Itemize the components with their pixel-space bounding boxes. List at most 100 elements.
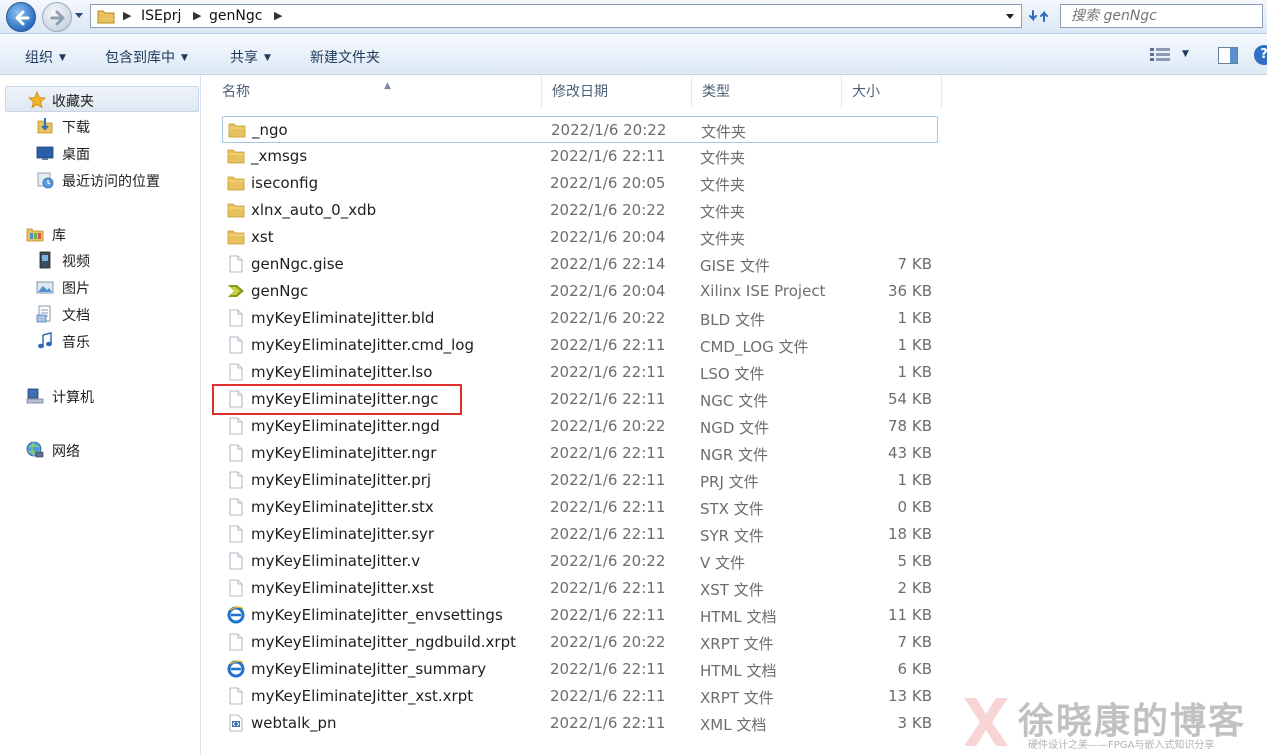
breadcrumb-iseprj[interactable]: ISEprj: [141, 8, 181, 24]
organize-menu[interactable]: 组织 ▼: [25, 47, 66, 67]
computer-icon: [26, 388, 44, 404]
view-dropdown-icon[interactable]: ▼: [1182, 49, 1189, 59]
file-date: 2022/1/6 20:22: [551, 121, 667, 139]
xilinx-project-icon: [228, 285, 244, 297]
sidebar-item-label: 计算机: [52, 390, 94, 406]
breadcrumb-separator[interactable]: ▶: [193, 9, 201, 22]
help-icon[interactable]: ?: [1254, 45, 1267, 65]
column-header-type[interactable]: 类型: [692, 76, 842, 108]
file-name: myKeyEliminateJitter.xst: [251, 579, 434, 597]
file-type: GISE 文件: [700, 257, 770, 275]
music-icon: [38, 332, 52, 349]
column-header-label: 类型: [702, 84, 730, 100]
file-size: 1 KB: [897, 363, 932, 381]
file-type: XML 文档: [700, 716, 767, 734]
file-row[interactable]: iseconfig 2022/1/6 20:05 文件夹: [222, 170, 938, 197]
sidebar-item-label: 库: [52, 228, 66, 244]
file-type: 文件夹: [700, 203, 746, 221]
file-row[interactable]: myKeyEliminateJitter.bld 2022/1/6 20:22 BL…: [222, 305, 938, 332]
file-type: BLD 文件: [700, 311, 765, 329]
file-name: myKeyEliminateJitter.stx: [251, 498, 434, 516]
new-folder-button[interactable]: 新建文件夹: [310, 47, 380, 67]
file-date: 2022/1/6 22:11: [550, 471, 666, 489]
address-field[interactable]: ▶ ISEprj ▶ genNgc ▶: [90, 4, 1022, 28]
file-row[interactable]: xst 2022/1/6 20:04 文件夹: [222, 224, 938, 251]
file-date: 2022/1/6 20:05: [550, 174, 666, 192]
file-name: myKeyEliminateJitter.bld: [251, 309, 435, 327]
file-date: 2022/1/6 22:11: [550, 579, 666, 597]
column-header-label: 大小: [852, 84, 880, 100]
navigation-pane: 收藏夹 下载 桌面 最近访问的位置 库 视频 图片 文档 音乐 计算机 网络: [0, 76, 201, 755]
folder-icon: [97, 10, 115, 24]
column-header-date[interactable]: 修改日期: [542, 76, 692, 108]
file-row[interactable]: xlnx_auto_0_xdb 2022/1/6 20:22 文件夹: [222, 197, 938, 224]
file-date: 2022/1/6 20:22: [550, 552, 666, 570]
file-row[interactable]: myKeyEliminateJitter.xst 2022/1/6 22:11 XS…: [222, 575, 938, 602]
file-row[interactable]: _xmsgs 2022/1/6 22:11 文件夹: [222, 143, 938, 170]
file-date: 2022/1/6 20:04: [550, 282, 666, 300]
file-row[interactable]: genNgc.gise 2022/1/6 22:14 GISE 文件 7 KB: [222, 251, 938, 278]
column-header-name[interactable]: 名称 ▲: [212, 76, 542, 108]
internet-explorer-icon: [227, 660, 245, 678]
file-row[interactable]: myKeyEliminateJitter.ngr 2022/1/6 22:11 NG…: [222, 440, 938, 467]
file-row[interactable]: webtalk_pn 2022/1/6 22:11 XML 文档 3 KB: [222, 710, 938, 737]
file-name: genNgc.gise: [251, 255, 344, 273]
libraries-icon: [26, 228, 44, 242]
file-icon: [229, 525, 243, 543]
file-name: myKeyEliminateJitter.syr: [251, 525, 435, 543]
breadcrumb-separator[interactable]: ▶: [123, 9, 131, 22]
preview-pane-icon[interactable]: [1218, 47, 1238, 64]
file-row[interactable]: _ngo 2022/1/6 20:22 文件夹: [222, 116, 938, 143]
view-options-icon[interactable]: [1150, 48, 1170, 62]
file-row[interactable]: myKeyEliminateJitter.cmd_log 2022/1/6 22:…: [222, 332, 938, 359]
refresh-button[interactable]: [1026, 4, 1052, 28]
file-icon: [229, 471, 243, 489]
search-input[interactable]: [1060, 4, 1263, 28]
breadcrumb-separator[interactable]: ▶: [274, 9, 282, 22]
file-row[interactable]: myKeyEliminateJitter.stx 2022/1/6 22:11 ST…: [222, 494, 938, 521]
file-row[interactable]: myKeyEliminateJitter.v 2022/1/6 20:22 V 文件…: [222, 548, 938, 575]
file-date: 2022/1/6 22:11: [550, 147, 666, 165]
videos-icon: [39, 251, 51, 269]
file-row[interactable]: myKeyEliminateJitter_ngdbuild.xrpt 2022/1…: [222, 629, 938, 656]
desktop-icon: [36, 146, 54, 160]
sidebar-item-label: 桌面: [62, 147, 90, 163]
file-name: myKeyEliminateJitter_xst.xrpt: [251, 687, 474, 705]
file-row[interactable]: myKeyEliminateJitter_xst.xrpt 2022/1/6 22…: [222, 683, 938, 710]
file-date: 2022/1/6 20:22: [550, 633, 666, 651]
file-row[interactable]: myKeyEliminateJitter.lso 2022/1/6 22:11 LS…: [222, 359, 938, 386]
forward-button[interactable]: [42, 2, 72, 32]
file-type: HTML 文档: [700, 608, 777, 626]
file-type: XST 文件: [700, 581, 764, 599]
file-row[interactable]: myKeyEliminateJitter.syr 2022/1/6 22:11 SY…: [222, 521, 938, 548]
history-dropdown-icon[interactable]: [74, 12, 84, 20]
file-size: 5 KB: [897, 552, 932, 570]
file-size: 3 KB: [897, 714, 932, 732]
file-name: myKeyEliminateJitter.prj: [251, 471, 432, 489]
sidebar-item-favorites[interactable]: 收藏夹: [5, 86, 199, 112]
highlight-annotation: [212, 384, 462, 415]
include-library-label: 包含到库中: [105, 50, 175, 66]
file-date: 2022/1/6 22:11: [550, 498, 666, 516]
share-menu[interactable]: 共享 ▼: [230, 47, 271, 67]
file-row[interactable]: myKeyEliminateJitter_summary 2022/1/6 22:…: [222, 656, 938, 683]
file-date: 2022/1/6 22:11: [550, 525, 666, 543]
file-row[interactable]: myKeyEliminateJitter.prj 2022/1/6 22:11 PR…: [222, 467, 938, 494]
column-header-size[interactable]: 大小: [842, 76, 942, 108]
breadcrumb-genngc[interactable]: genNgc: [209, 8, 262, 24]
sidebar-item-label: 下载: [62, 120, 90, 136]
folder-icon: [227, 149, 245, 164]
file-row[interactable]: genNgc 2022/1/6 20:04 Xilinx ISE Project 36…: [222, 278, 938, 305]
star-icon: [28, 91, 46, 109]
sidebar-item-label: 视频: [62, 254, 90, 270]
file-type: 文件夹: [701, 123, 747, 141]
back-button[interactable]: [6, 2, 36, 32]
address-dropdown-icon[interactable]: [1005, 13, 1015, 21]
file-name: myKeyEliminateJitter_summary: [251, 660, 487, 678]
file-row[interactable]: myKeyEliminateJitter.ngd 2022/1/6 20:22 NG…: [222, 413, 938, 440]
file-row[interactable]: myKeyEliminateJitter_envsettings 2022/1/6…: [222, 602, 938, 629]
file-type: NGD 文件: [700, 419, 770, 437]
file-date: 2022/1/6 22:14: [550, 255, 666, 273]
include-library-menu[interactable]: 包含到库中 ▼: [105, 47, 188, 67]
file-name: myKeyEliminateJitter.v: [251, 552, 421, 570]
